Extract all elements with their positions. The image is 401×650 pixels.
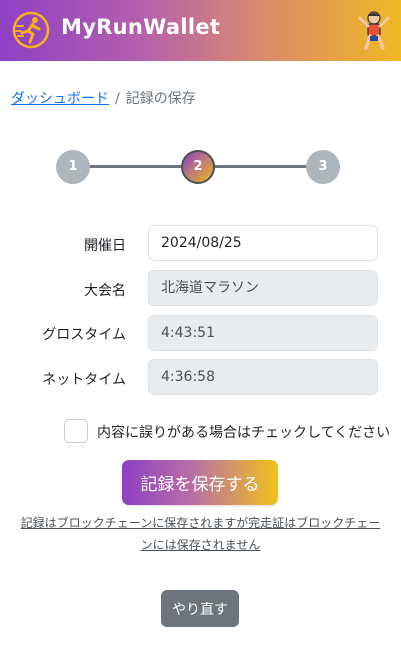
breadcrumb: ダッシュボード / 記録の保存 [11,88,196,108]
reset-button[interactable]: やり直す [161,590,239,627]
net-time-label: ネットタイム [42,372,126,388]
save-record-button[interactable]: 記録を保存する [122,460,278,505]
app-navbar: MyRunWallet [0,0,401,61]
app-title[interactable]: MyRunWallet [61,15,220,39]
step-1: 1 [56,150,90,184]
gross-time-field: 4:43:51 [148,315,378,351]
error-check-label[interactable]: 内容に誤りがある場合はチェックしてください [97,422,390,442]
runner-avatar-icon[interactable] [356,10,392,50]
runner-logo-icon[interactable] [12,11,50,49]
event-name-field: 北海道マラソン [148,270,378,306]
error-check-row: 内容に誤りがある場合はチェックしてください [64,419,390,443]
gross-time-label: グロスタイム [42,327,126,343]
breadcrumb-current: 記録の保存 [125,91,196,107]
date-input[interactable]: 2024/08/25 [148,225,378,261]
net-time-field: 4:36:58 [148,359,378,395]
breadcrumb-dashboard-link[interactable]: ダッシュボード [11,91,109,107]
step-2-current: 2 [181,150,215,184]
step-3: 3 [306,150,340,184]
event-label: 大会名 [84,283,126,299]
breadcrumb-separator: / [115,91,120,107]
error-checkbox[interactable] [64,419,88,443]
date-label: 開催日 [84,238,126,254]
blockchain-note: 記録はブロックチェーンに保存されますが完走証はブロックチェーンには保存されません [20,516,381,552]
